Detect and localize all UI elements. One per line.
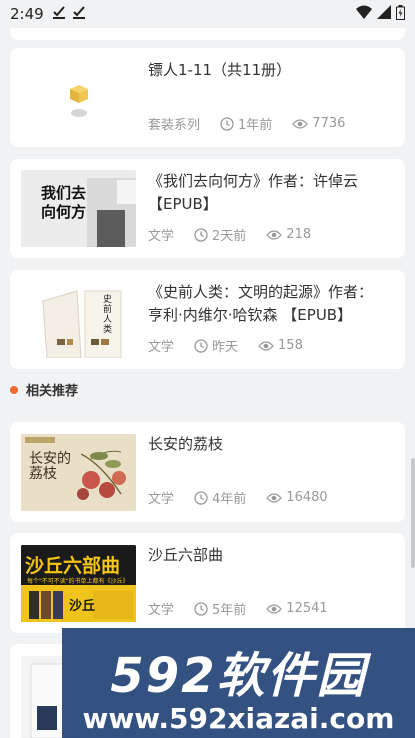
item-views: 158: [278, 338, 303, 353]
item-title[interactable]: 《我们去向何方》作者：许倬云【EPUB】: [148, 170, 387, 216]
cover-text: 沙丘六部曲: [25, 555, 121, 577]
item-time: 5年前: [212, 603, 247, 618]
section-dot-icon: [10, 385, 18, 394]
cover-small-title: 沙丘: [69, 599, 96, 614]
watermark-overlay: 592软件园 www.592xiazai.com: [62, 628, 415, 738]
cover-text: 我们去向何方: [41, 184, 87, 221]
item-title[interactable]: 沙丘六部曲: [148, 544, 387, 567]
download-done-icon-2: [72, 5, 86, 23]
eye-icon: [266, 229, 283, 241]
list-item[interactable]: 沙丘六部曲 每个"不可不读"的书单上都有《沙丘》 沙丘 沙丘六部曲 文学 5年前…: [10, 533, 405, 633]
item-meta: 文学 5年前 12541: [148, 599, 328, 618]
clock-icon: [194, 227, 208, 242]
cover-image: 长安的荔枝: [21, 434, 136, 511]
clock-icon: [194, 490, 208, 505]
clock-icon: [194, 601, 208, 616]
item-meta: 文学 2天前 218: [148, 225, 311, 244]
item-time: 1年前: [238, 118, 273, 133]
cell-signal-icon: [377, 5, 391, 23]
section-header: 相关推荐: [10, 380, 78, 399]
item-category: 文学: [148, 603, 175, 618]
item-category: 文学: [148, 492, 175, 507]
item-title[interactable]: 长安的荔枝: [148, 433, 387, 456]
cover-image: [21, 59, 136, 136]
cover-subtitle: 每个"不可不读"的书单上都有《沙丘》: [27, 578, 129, 585]
list-item[interactable]: 镖人1-11（共11册） 套装系列 1年前 7736: [10, 48, 405, 147]
cover-text: 史前人类: [103, 295, 113, 335]
item-category: 套装系列: [148, 118, 201, 133]
item-time: 昨天: [212, 340, 239, 355]
item-time: 2天前: [212, 229, 247, 244]
wifi-icon: [356, 5, 372, 23]
item-category: 文学: [148, 229, 175, 244]
item-views: 12541: [286, 601, 328, 616]
status-bar: 2:49: [0, 0, 415, 28]
download-done-icon: [52, 5, 66, 23]
section-title: 相关推荐: [26, 384, 79, 399]
item-views: 218: [286, 227, 312, 242]
clock-icon: [194, 338, 208, 353]
previous-card-edge: [10, 28, 405, 40]
watermark-logo: 592软件园: [110, 648, 367, 704]
item-meta: 文学 4年前 16480: [148, 488, 328, 507]
eye-icon: [266, 492, 283, 504]
status-time: 2:49: [10, 5, 44, 23]
cover-image: 沙丘六部曲 每个"不可不读"的书单上都有《沙丘》 沙丘: [21, 545, 136, 622]
item-title[interactable]: 《史前人类：文明的起源》作者：亨利·内维尔·哈钦森 【EPUB】: [148, 281, 387, 327]
eye-icon: [258, 340, 274, 352]
list-item[interactable]: 史前人类 《史前人类：文明的起源》作者：亨利·内维尔·哈钦森 【EPUB】 文学…: [10, 270, 405, 369]
watermark-url: www.592xiazai.com: [82, 702, 395, 735]
item-meta: 套装系列 1年前 7736: [148, 114, 345, 133]
item-title[interactable]: 镖人1-11（共11册）: [148, 59, 387, 82]
battery-icon: [396, 4, 405, 24]
item-category: 文学: [148, 340, 175, 355]
cover-image: 史前人类: [21, 281, 136, 358]
clock-icon: [220, 116, 234, 131]
list-item[interactable]: 长安的荔枝 长安的荔枝 文学 4年前 16480: [10, 422, 405, 522]
eye-icon: [292, 118, 309, 130]
cover-text: 长安的荔枝: [29, 451, 71, 482]
list-item[interactable]: 我们去向何方 《我们去向何方》作者：许倬云【EPUB】 文学 2天前 218: [10, 159, 405, 258]
eye-icon: [266, 603, 283, 615]
item-views: 7736: [312, 116, 346, 131]
cover-image: 我们去向何方: [21, 170, 136, 247]
item-views: 16480: [286, 490, 328, 505]
item-meta: 文学 昨天 158: [148, 336, 303, 355]
scrollbar[interactable]: [411, 458, 415, 568]
item-time: 4年前: [212, 492, 247, 507]
